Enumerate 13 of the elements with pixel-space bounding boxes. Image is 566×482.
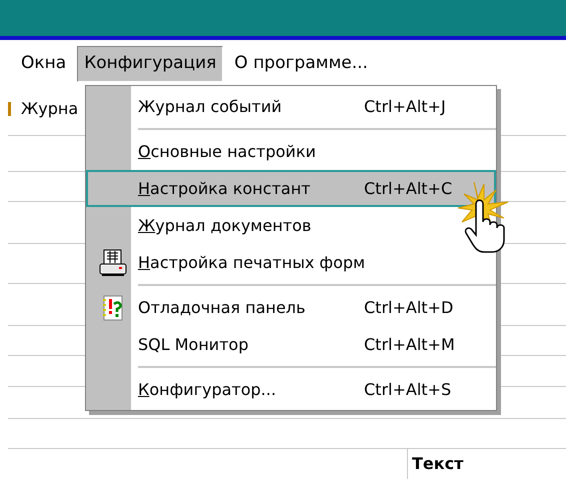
- menu-item[interactable]: Журнал событий Ctrl+Alt+J: [86, 88, 496, 125]
- menu-item[interactable]: Отладочная панель Ctrl+Alt+D: [86, 289, 496, 326]
- menu-item[interactable]: Настройка печатных форм: [86, 244, 496, 281]
- tab-label[interactable]: Журна: [21, 96, 78, 120]
- menu-item[interactable]: Основные настройки: [86, 133, 496, 170]
- printer-icon: [98, 248, 128, 278]
- menu-item[interactable]: Конфигуратор... Ctrl+Alt+S: [86, 371, 496, 408]
- table-cell-text: Текст: [412, 453, 464, 475]
- menu-bar-item[interactable]: О программе...: [227, 46, 375, 82]
- menu-bar-item[interactable]: Окна: [14, 46, 74, 82]
- menu-bar-item[interactable]: Конфигурация: [77, 46, 224, 82]
- tab-icon: [8, 102, 11, 116]
- menu-item[interactable]: SQL Монитор Ctrl+Alt+M: [86, 326, 496, 363]
